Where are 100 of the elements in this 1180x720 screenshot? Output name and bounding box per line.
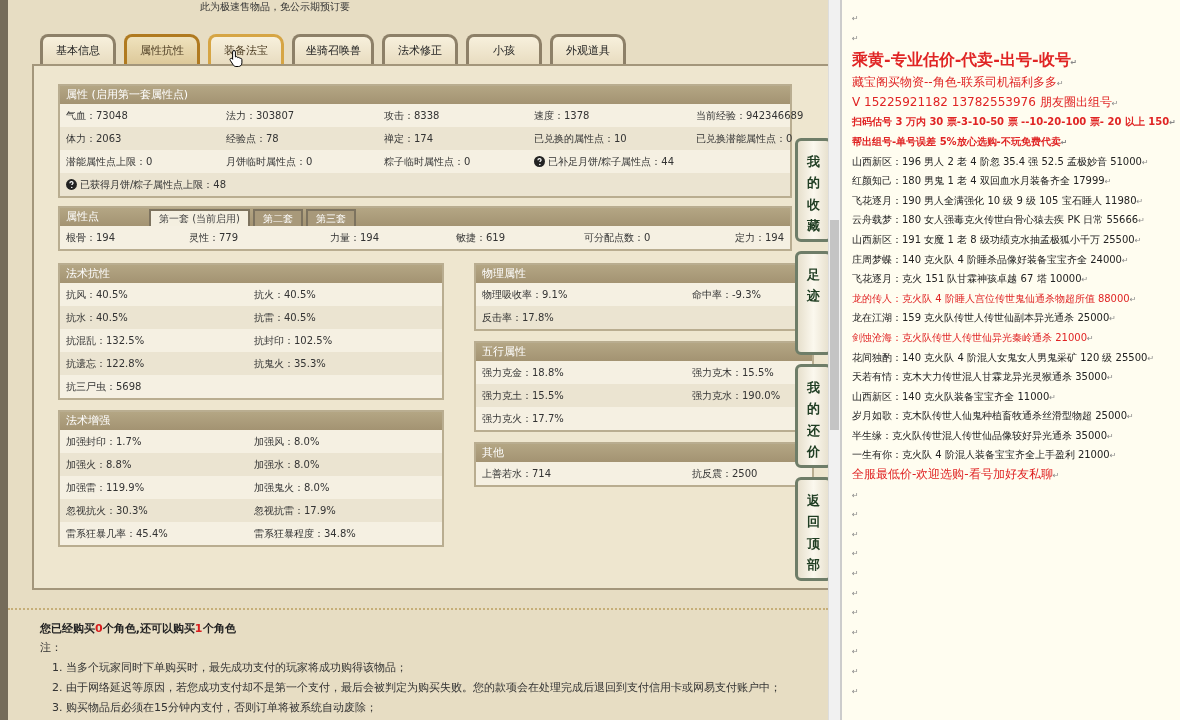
stat-value: 忽视抗火：30.3% xyxy=(66,503,149,518)
section-title: 属性点 xyxy=(66,209,99,225)
section-title: 其他 xyxy=(482,445,504,461)
tab[interactable]: 小孩 xyxy=(466,34,542,64)
stat-value: 物理吸收率：9.1% xyxy=(482,287,569,302)
attribute-value: 力量：194 xyxy=(330,230,381,245)
side-button[interactable]: 我的还价 xyxy=(795,364,828,468)
notice-text: 此为极速售物品，免公示期预订要 xyxy=(200,0,351,14)
paragraph-mark: ↵ xyxy=(1052,471,1060,481)
paragraph-mark: ↵ xyxy=(1136,196,1144,206)
paragraph-mark: ↵ xyxy=(852,510,859,520)
attribute-value: 可分配点数：0 xyxy=(584,230,652,245)
paragraph-mark: ↵ xyxy=(1107,431,1114,441)
document-line: 庄周梦蝶：140 克火队 4 阶睡杀品像好装备宝宝齐全 24000 xyxy=(852,253,1122,265)
paragraph-mark: ↵ xyxy=(852,627,859,637)
stat-value: 强力克水：190.0% xyxy=(692,388,782,403)
side-button[interactable]: 返回顶部 xyxy=(795,477,828,581)
document-line: 全服最低价-欢迎选购-看号加好友私聊 xyxy=(852,467,1053,482)
document-line: 飞花逐月：克火 151 队甘霖神孩卓越 67 塔 10000 xyxy=(852,273,1082,285)
stat-value: 抗火：40.5% xyxy=(254,287,317,302)
stat-value: 强力克木：15.5% xyxy=(692,365,775,380)
paragraph-mark: ↵ xyxy=(852,569,859,579)
tab[interactable]: 基本信息 xyxy=(40,34,116,64)
stat-value: 抗遗忘：122.8% xyxy=(66,356,146,371)
paragraph-mark: ↵ xyxy=(1081,275,1089,285)
paragraph-mark: ↵ xyxy=(1134,235,1142,245)
paragraph-mark: ↵ xyxy=(1147,353,1155,363)
scrollbar[interactable] xyxy=(828,0,840,720)
note-text: 1. 当多个玩家同时下单购买时，最先成功支付的玩家将成功购得该物品； xyxy=(51,660,408,676)
document-line: 山西新区：196 男人 2 老 4 阶忽 35.4 强 52.5 孟极妙音 51000 xyxy=(852,155,1142,167)
tab[interactable]: 坐骑召唤兽 xyxy=(292,34,374,64)
section-title: 物理属性 xyxy=(482,266,526,282)
stat-value: 抗水：40.5% xyxy=(66,310,129,325)
stat-value: 抗雷：40.5% xyxy=(254,310,317,325)
tab[interactable]: 属性抗性 xyxy=(124,34,200,64)
stat-value: 抗风：40.5% xyxy=(66,287,129,302)
stat-value: 加强火：8.8% xyxy=(66,457,133,472)
paragraph-mark: ↵ xyxy=(852,667,859,676)
paragraph-mark: ↵ xyxy=(1138,216,1145,226)
paragraph-mark: ↵ xyxy=(1129,294,1137,304)
stat-value: 抗封印：102.5% xyxy=(254,333,334,348)
paragraph-mark: ↵ xyxy=(1141,157,1149,167)
stat-value: 雷系狂暴程度：34.8% xyxy=(254,526,357,541)
attribute-value: 气血：73048 xyxy=(66,108,129,123)
tab[interactable]: 外观道具 xyxy=(550,34,626,64)
paragraph-mark: ↵ xyxy=(1104,177,1112,187)
paragraph-mark: ↵ xyxy=(1127,412,1134,422)
paragraph-mark: ↵ xyxy=(1087,333,1094,343)
attribute-value: 禅定：174 xyxy=(384,131,435,146)
attribute-value: 法力：303807 xyxy=(226,108,296,123)
paragraph-mark: ↵ xyxy=(852,647,859,657)
document-line: 花间独酌：140 克火队 4 阶混人女鬼女人男鬼采矿 120 级 25500 xyxy=(852,351,1148,363)
stat-value: 加强风：8.0% xyxy=(254,434,321,449)
document-line: 龙的传人：克火队 4 阶睡人宫位传世鬼仙通杀物超所值 88000 xyxy=(852,292,1130,304)
stat-value: 强力克火：17.7% xyxy=(482,411,565,426)
side-button[interactable]: 足迹 xyxy=(795,251,828,355)
document-line: 山西新区：191 女魔 1 老 8 级功绩克水抽孟极狐小千万 25500 xyxy=(852,233,1135,245)
stat-value: 加强鬼火：8.0% xyxy=(254,480,331,495)
document-line: 帮出组号-单号误差 5%放心选购-不玩免费代卖 xyxy=(852,135,1061,147)
paragraph-mark: ↵ xyxy=(1109,314,1116,324)
purchase-status: 您已经购买0个角色,还可以购买1个角色 xyxy=(40,621,237,637)
document-line: 藏宝阁买物资--角色-联系司机福利多多 xyxy=(852,75,1057,90)
paragraph-mark: ↵ xyxy=(1107,373,1114,383)
scrollbar-thumb[interactable] xyxy=(830,220,839,430)
attribute-value: 攻击：8338 xyxy=(384,108,441,123)
paragraph-mark: ↵ xyxy=(1109,451,1117,461)
stat-value: 上善若水：714 xyxy=(482,466,553,481)
tab[interactable]: 第一套 (当前启用) xyxy=(149,209,250,226)
attribute-value: 根骨：194 xyxy=(66,230,117,245)
paragraph-mark: ↵ xyxy=(852,588,859,598)
paragraph-mark: ↵ xyxy=(1169,118,1176,128)
stat-value: 加强雷：119.9% xyxy=(66,480,146,495)
paragraph-mark: ↵ xyxy=(852,14,859,23)
section-title: 法术抗性 xyxy=(66,266,110,282)
section-title: 法术增强 xyxy=(66,413,110,429)
attribute-value: 经验点：78 xyxy=(226,131,280,146)
stat-value: 忽视抗雷：17.9% xyxy=(254,503,337,518)
stat-value: 抗三尸虫：5698 xyxy=(66,379,143,394)
paragraph-mark: ↵ xyxy=(852,490,859,500)
attribute-value: 定力：194 xyxy=(734,230,784,245)
stat-value: 命中率：-9.3% xyxy=(692,287,762,302)
paragraph-mark: ↵ xyxy=(852,608,859,618)
paragraph-mark: ↵ xyxy=(1111,98,1119,108)
tab[interactable]: 法术修正 xyxy=(382,34,458,64)
side-button[interactable]: 我的收藏 xyxy=(795,138,828,242)
stat-value: 抗反震：2500 xyxy=(692,466,759,481)
stat-value: 反击率：17.8% xyxy=(482,310,555,325)
document-line: 乘黄-专业估价-代卖-出号-收号 xyxy=(852,50,1071,70)
attribute-value: 当前经验：942346689 xyxy=(696,108,804,123)
paragraph-mark: ↵ xyxy=(1057,79,1064,89)
attribute-value: 月饼临时属性点：0 xyxy=(226,154,314,169)
tab[interactable]: 装备法宝 xyxy=(208,34,284,64)
attribute-value: 灵性：779 xyxy=(189,230,240,245)
notes-heading: 注： xyxy=(40,640,63,656)
section-title: 五行属性 xyxy=(482,344,526,360)
note-text: 2. 由于网络延迟等原因，若您成功支付却不是第一个支付，最后会被判定为购买失败。您的款项会在处理完成后退回到支付信用卡或网易支付账户中； xyxy=(51,680,782,696)
stat-value: 加强封印：1.7% xyxy=(66,434,143,449)
help-icon xyxy=(66,179,77,190)
section-title: 属性 (启用第一套属性点) xyxy=(66,87,189,103)
attribute-value: 已获得月饼/粽子属性点上限：48 xyxy=(79,177,226,192)
